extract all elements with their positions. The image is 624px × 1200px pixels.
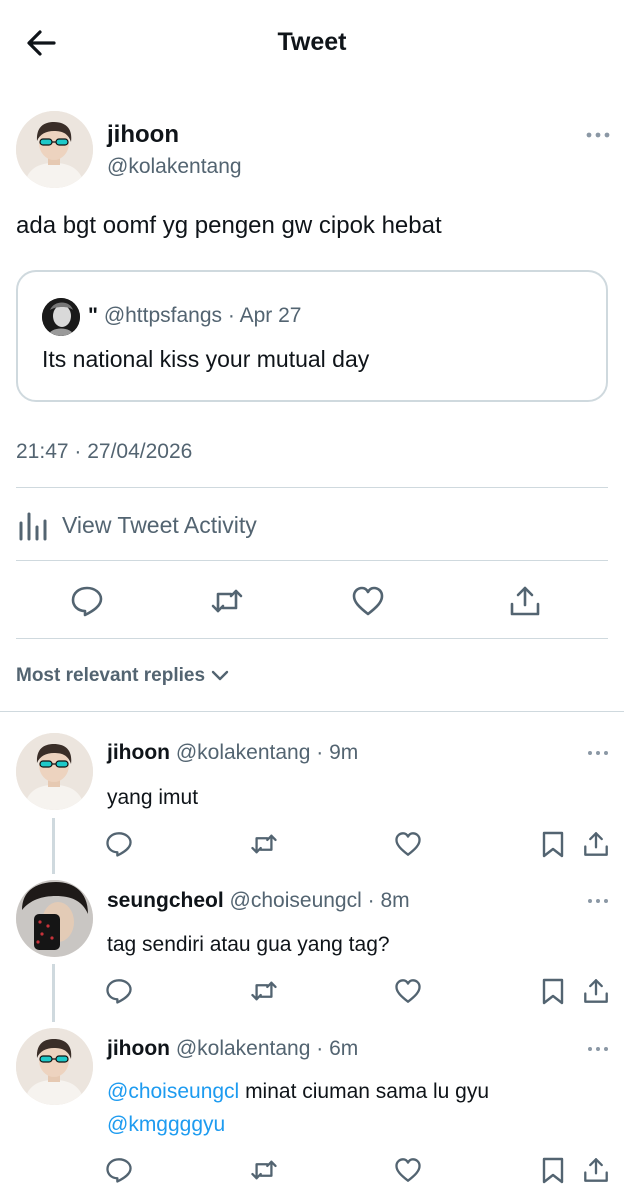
author-name[interactable]: jihoon	[107, 121, 179, 149]
share-button[interactable]	[582, 830, 610, 858]
mention-link[interactable]: @kmggggyu	[107, 1113, 225, 1136]
reply-time: 9m	[329, 741, 359, 764]
reply-header: seungcheol @choiseungcl · 8m	[107, 889, 410, 913]
reply-button[interactable]	[105, 1156, 133, 1184]
reply-icon	[106, 1158, 132, 1183]
reply-text-body: minat ciuman sama lu gyu	[239, 1080, 490, 1103]
reply-header: jihoon @kolakentang · 6m	[107, 1037, 358, 1061]
replies-sort-dropdown[interactable]: Most relevant replies	[16, 665, 229, 687]
reply-author-handle[interactable]: @kolakentang	[176, 741, 311, 764]
reply-author-name[interactable]: seungcheol	[107, 889, 224, 912]
reply-icon	[71, 586, 103, 617]
separator-dot: ·	[316, 1037, 324, 1060]
quoted-author-name: "	[88, 304, 98, 327]
divider	[16, 638, 608, 639]
retweet-button[interactable]	[250, 1156, 278, 1184]
divider	[16, 487, 608, 488]
reply-time: 8m	[380, 889, 410, 912]
separator-dot: ·	[316, 741, 324, 764]
mention-link[interactable]: @choiseungcl	[107, 1080, 239, 1103]
reply-more-button[interactable]	[586, 745, 610, 761]
reply-time: 6m	[329, 1037, 359, 1060]
divider	[0, 711, 624, 712]
retweet-icon	[211, 589, 243, 613]
quoted-author-handle: @httpsfangs	[103, 304, 223, 327]
reply-author-handle[interactable]: @choiseungcl	[230, 889, 362, 912]
like-button[interactable]	[351, 584, 385, 618]
reply-more-button[interactable]	[586, 1041, 610, 1057]
reply-more-button[interactable]	[586, 893, 610, 909]
author-avatar[interactable]	[16, 111, 93, 188]
reply-text: yang imut	[107, 786, 199, 809]
author-handle[interactable]: @kolakentang	[107, 155, 242, 179]
bookmark-button[interactable]	[539, 1156, 567, 1184]
retweet-icon	[251, 1160, 277, 1180]
thread-connector	[52, 964, 55, 1022]
reply-button[interactable]	[70, 584, 104, 618]
like-icon	[395, 979, 421, 1003]
more-options-button[interactable]	[584, 125, 612, 145]
like-icon	[352, 586, 384, 616]
reply-button[interactable]	[105, 977, 133, 1005]
reply-text: @choiseungcl minat ciuman sama lu gyu @k…	[107, 1075, 607, 1141]
quoted-text: Its national kiss your mutual day	[42, 346, 370, 372]
like-icon	[395, 832, 421, 856]
more-horizontal-icon	[588, 751, 608, 755]
reply-text: tag sendiri atau gua yang tag?	[107, 933, 390, 956]
quoted-date: Apr 27	[239, 304, 302, 327]
bookmark-icon	[542, 978, 564, 1005]
share-button[interactable]	[582, 977, 610, 1005]
reply-avatar[interactable]	[16, 880, 93, 957]
analytics-icon	[19, 512, 47, 541]
divider	[16, 560, 608, 561]
activity-label: View Tweet Activity	[62, 511, 257, 538]
reply-avatar[interactable]	[16, 1028, 93, 1105]
more-horizontal-icon	[586, 132, 610, 138]
retweet-button[interactable]	[250, 830, 278, 858]
quoted-author-avatar	[42, 298, 80, 336]
reply-author-handle[interactable]: @kolakentang	[176, 1037, 311, 1060]
like-icon	[395, 1158, 421, 1182]
retweet-icon	[251, 981, 277, 1001]
reply-author-name[interactable]: jihoon	[107, 1037, 170, 1060]
separator-dot: ·	[367, 889, 375, 912]
like-button[interactable]	[394, 830, 422, 858]
view-tweet-activity-button[interactable]: View Tweet Activity	[16, 505, 257, 545]
reply-author-name[interactable]: jihoon	[107, 741, 170, 764]
bookmark-button[interactable]	[539, 830, 567, 858]
quoted-tweet-card[interactable]: " @httpsfangs · Apr 27 Its national kiss…	[16, 270, 608, 402]
chevron-down-icon	[211, 670, 229, 681]
separator-dot: ·	[227, 304, 235, 327]
reply-icon	[106, 832, 132, 857]
tweet-timestamp: 21:47 · 27/04/2026	[16, 440, 193, 463]
more-horizontal-icon	[588, 1047, 608, 1051]
reply-avatar[interactable]	[16, 733, 93, 810]
quoted-meta: " @httpsfangs · Apr 27	[88, 304, 301, 328]
thread-connector	[52, 818, 55, 874]
more-horizontal-icon	[588, 899, 608, 903]
share-button[interactable]	[582, 1156, 610, 1184]
bookmark-button[interactable]	[539, 977, 567, 1005]
like-button[interactable]	[394, 977, 422, 1005]
retweet-icon	[251, 834, 277, 854]
bookmark-icon	[542, 1157, 564, 1184]
reply-header: jihoon @kolakentang · 9m	[107, 741, 358, 765]
retweet-button[interactable]	[250, 977, 278, 1005]
bookmark-icon	[542, 831, 564, 858]
retweet-button[interactable]	[210, 584, 244, 618]
share-icon	[584, 832, 608, 856]
sort-label: Most relevant replies	[16, 665, 206, 686]
like-button[interactable]	[394, 1156, 422, 1184]
share-button[interactable]	[508, 584, 542, 618]
page-title: Tweet	[277, 28, 347, 56]
share-icon	[584, 979, 608, 1003]
share-icon	[510, 586, 540, 616]
tweet-text: ada bgt oomf yg pengen gw cipok hebat	[16, 212, 442, 239]
reply-icon	[106, 979, 132, 1004]
share-icon	[584, 1158, 608, 1182]
reply-button[interactable]	[105, 830, 133, 858]
